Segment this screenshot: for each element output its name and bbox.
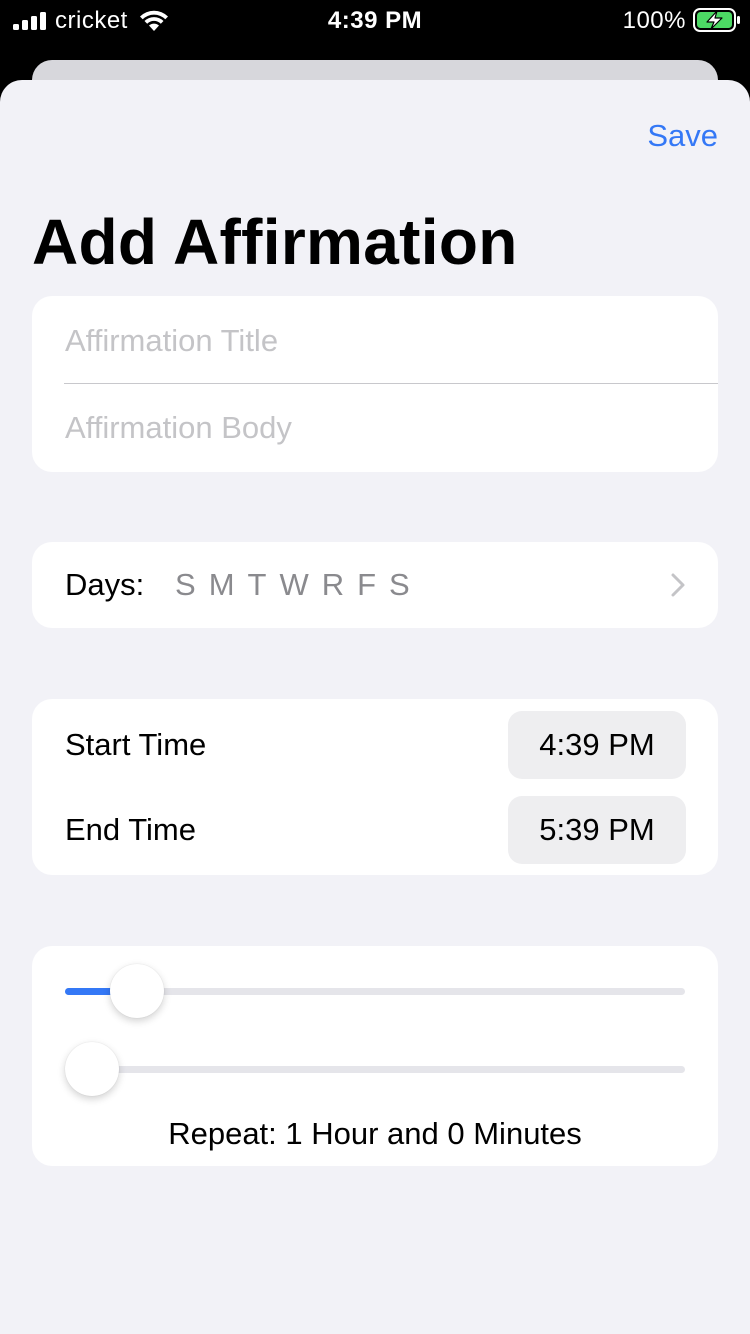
day-letter-thursday: R: [321, 567, 345, 602]
field-divider: [64, 383, 718, 384]
slider-thumb[interactable]: [110, 964, 165, 1018]
save-button[interactable]: Save: [647, 116, 718, 156]
battery-charging-icon: [693, 8, 740, 32]
day-letter-monday: M: [208, 567, 235, 602]
repeat-card: Repeat: 1 Hour and 0 Minutes: [32, 946, 718, 1166]
start-time-label: Start Time: [65, 727, 207, 762]
repeat-summary: Repeat: 1 Hour and 0 Minutes: [168, 1116, 582, 1151]
days-list: S M T W R F S: [175, 565, 423, 605]
day-letter-friday: F: [357, 567, 377, 602]
affirmation-title-input[interactable]: [65, 321, 685, 361]
time-range-card: Start Time 4:39 PM End Time 5:39 PM: [32, 699, 718, 875]
status-bar: cricket 4:39 PM 100%: [0, 0, 750, 42]
affirmation-body-input[interactable]: [65, 408, 685, 448]
slider-thumb[interactable]: [65, 1042, 119, 1096]
battery-percent: 100%: [622, 7, 686, 34]
affirmation-text-card: [32, 296, 718, 472]
repeat-minutes-slider[interactable]: [65, 1038, 685, 1098]
end-time-label: End Time: [65, 812, 196, 847]
slider-track: [65, 1066, 685, 1073]
day-letter-wednesday: W: [279, 567, 309, 602]
day-letter-saturday: S: [389, 567, 410, 602]
chevron-right-icon: [671, 573, 685, 597]
start-time-picker[interactable]: 4:39 PM: [508, 711, 686, 779]
days-label: Days:: [65, 567, 145, 602]
repeat-hours-slider[interactable]: [65, 960, 685, 1020]
page-title: Add Affirmation: [32, 206, 518, 278]
day-letter-sunday: S: [175, 567, 196, 602]
screen: cricket 4:39 PM 100% Save Add Affirmatio…: [0, 0, 750, 1334]
days-selector-row[interactable]: Days: S M T W R F S: [32, 542, 718, 628]
day-letter-tuesday: T: [247, 567, 267, 602]
add-affirmation-sheet: Save Add Affirmation Days: S M T W R F S: [0, 80, 750, 1334]
end-time-picker[interactable]: 5:39 PM: [508, 796, 686, 864]
